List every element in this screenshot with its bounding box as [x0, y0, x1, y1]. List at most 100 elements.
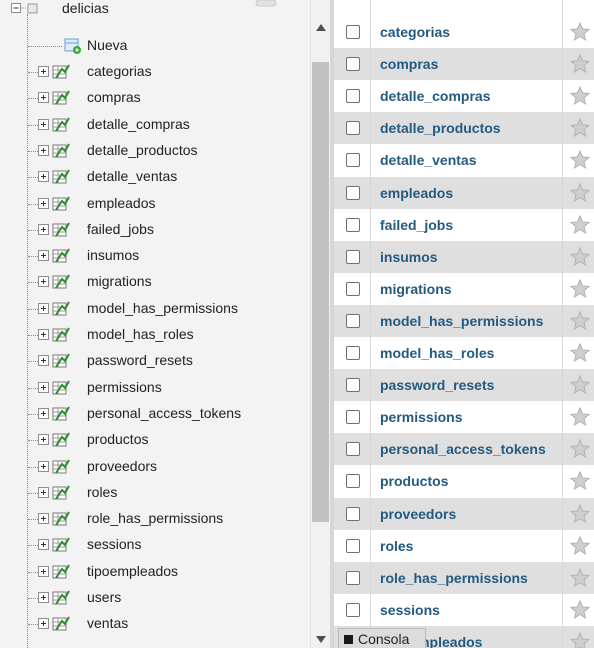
tree-item-label[interactable]: failed_jobs — [87, 221, 154, 237]
tree-item-model-has-roles[interactable]: model_has_roles — [0, 323, 310, 349]
plus-box-icon[interactable] — [38, 565, 49, 577]
scrollbar-thumb[interactable] — [312, 62, 329, 522]
database-name[interactable]: delicias — [62, 0, 109, 16]
table-name-link[interactable]: sessions — [380, 602, 440, 618]
favorite-star-icon[interactable] — [569, 567, 591, 588]
tree-item-failed-jobs[interactable]: failed_jobs — [0, 218, 310, 244]
table-name-link[interactable]: empleados — [380, 185, 453, 201]
tree-item-label[interactable]: categorias — [87, 63, 152, 79]
row-checkbox[interactable] — [346, 346, 360, 360]
favorite-star-icon[interactable] — [569, 310, 591, 331]
collapse-database-icon[interactable] — [11, 3, 41, 15]
table-row[interactable]: sessions — [334, 593, 594, 626]
row-checkbox[interactable] — [346, 410, 360, 425]
table-row[interactable]: compras — [334, 48, 594, 81]
row-checkbox[interactable] — [346, 217, 360, 232]
favorite-star-icon[interactable] — [569, 471, 591, 491]
plus-box-icon[interactable] — [38, 66, 49, 77]
console-tab[interactable]: Consola — [338, 628, 426, 648]
tree-item-password-resets[interactable]: password_resets — [0, 349, 310, 375]
table-name-link[interactable]: roles — [380, 538, 413, 554]
table-row[interactable]: permissions — [334, 401, 594, 434]
tree-item-compras[interactable]: compras — [0, 86, 310, 112]
plus-box-icon[interactable] — [38, 434, 49, 446]
tree-item-label[interactable]: empleados — [87, 195, 156, 211]
plus-box-icon[interactable] — [38, 355, 49, 367]
favorite-star-icon[interactable] — [569, 535, 591, 556]
tree-item-label[interactable]: model_has_roles — [87, 326, 194, 342]
tree-item-label[interactable]: permissions — [87, 379, 162, 395]
row-checkbox[interactable] — [346, 538, 360, 553]
plus-box-icon[interactable] — [38, 381, 49, 393]
plus-box-icon[interactable] — [38, 302, 49, 314]
favorite-star-icon[interactable] — [569, 439, 591, 459]
table-name-link[interactable]: model_has_roles — [380, 345, 494, 361]
tree-item-label[interactable]: tipoempleados — [87, 563, 178, 579]
tree-item-label[interactable]: detalle_productos — [87, 142, 198, 158]
plus-box-icon[interactable] — [38, 276, 49, 288]
scroll-down-icon[interactable] — [316, 636, 326, 643]
plus-box-icon[interactable] — [38, 539, 49, 551]
table-row[interactable]: proveedors — [334, 497, 594, 530]
plus-box-icon[interactable] — [38, 223, 49, 235]
favorite-star-icon[interactable] — [569, 182, 591, 203]
tree-item-role-has-permissions[interactable]: role_has_permissions — [0, 507, 310, 533]
plus-box-icon[interactable] — [38, 197, 49, 209]
row-checkbox[interactable] — [346, 25, 360, 39]
row-checkbox[interactable] — [346, 602, 360, 617]
plus-box-icon[interactable] — [38, 144, 49, 156]
tree-item-personal-access-tokens[interactable]: personal_access_tokens — [0, 402, 310, 428]
table-row[interactable]: failed_jobs — [334, 208, 594, 241]
table-name-link[interactable]: productos — [380, 473, 448, 489]
table-row[interactable]: personal_access_tokens — [334, 433, 594, 466]
row-checkbox[interactable] — [346, 570, 360, 585]
tree-item-migrations[interactable]: migrations — [0, 270, 310, 296]
favorite-star-icon[interactable] — [569, 631, 591, 648]
favorite-star-icon[interactable] — [569, 342, 591, 363]
table-row[interactable]: detalle_ventas — [334, 144, 594, 177]
favorite-star-icon[interactable] — [569, 503, 591, 524]
table-name-link[interactable]: npleados — [421, 634, 482, 648]
row-checkbox[interactable] — [346, 57, 360, 72]
plus-box-icon[interactable] — [38, 250, 49, 262]
favorite-star-icon[interactable] — [569, 599, 591, 620]
tree-item-detalle-ventas[interactable]: detalle_ventas — [0, 165, 310, 191]
tree-item-new[interactable]: Nueva — [0, 34, 310, 60]
table-row[interactable]: productos — [334, 465, 594, 498]
table-row[interactable]: detalle_compras — [334, 80, 594, 113]
row-checkbox[interactable] — [346, 249, 360, 264]
table-name-link[interactable]: compras — [380, 56, 438, 72]
tree-item-label[interactable]: compras — [87, 89, 141, 105]
plus-box-icon[interactable] — [38, 329, 49, 340]
favorite-star-icon[interactable] — [569, 406, 591, 427]
favorite-star-icon[interactable] — [569, 214, 591, 235]
tree-item-label[interactable]: role_has_permissions — [87, 510, 223, 526]
plus-box-icon[interactable] — [38, 118, 49, 130]
table-name-link[interactable]: categorias — [380, 24, 450, 40]
tree-item-label[interactable]: model_has_permissions — [87, 300, 238, 316]
tree-item-label[interactable]: migrations — [87, 273, 152, 289]
table-name-link[interactable]: permissions — [380, 409, 462, 425]
favorite-star-icon[interactable] — [569, 21, 591, 42]
table-name-link[interactable]: detalle_compras — [380, 88, 491, 104]
plus-box-icon[interactable] — [38, 486, 49, 498]
plus-box-icon[interactable] — [38, 171, 49, 183]
table-row[interactable]: roles — [334, 529, 594, 562]
row-checkbox[interactable] — [346, 121, 360, 136]
link-icon[interactable] — [254, 0, 278, 16]
tree-item-productos[interactable]: productos — [0, 428, 310, 454]
tree-item-label[interactable]: roles — [87, 484, 117, 500]
table-name-link[interactable]: role_has_permissions — [380, 570, 528, 586]
tree-item-detalle-compras[interactable]: detalle_compras — [0, 113, 310, 139]
row-checkbox[interactable] — [346, 89, 360, 104]
table-name-link[interactable]: insumos — [380, 249, 438, 265]
favorite-star-icon[interactable] — [569, 374, 591, 395]
table-name-link[interactable]: failed_jobs — [380, 217, 453, 233]
plus-box-icon[interactable] — [38, 407, 49, 419]
tree-item-permissions[interactable]: permissions — [0, 376, 310, 402]
table-row[interactable]: migrations — [334, 272, 594, 305]
row-checkbox[interactable] — [346, 378, 360, 393]
favorite-star-icon[interactable] — [569, 278, 591, 299]
tree-item-users[interactable]: users — [0, 586, 310, 612]
tree-item-label[interactable]: proveedors — [87, 458, 157, 474]
